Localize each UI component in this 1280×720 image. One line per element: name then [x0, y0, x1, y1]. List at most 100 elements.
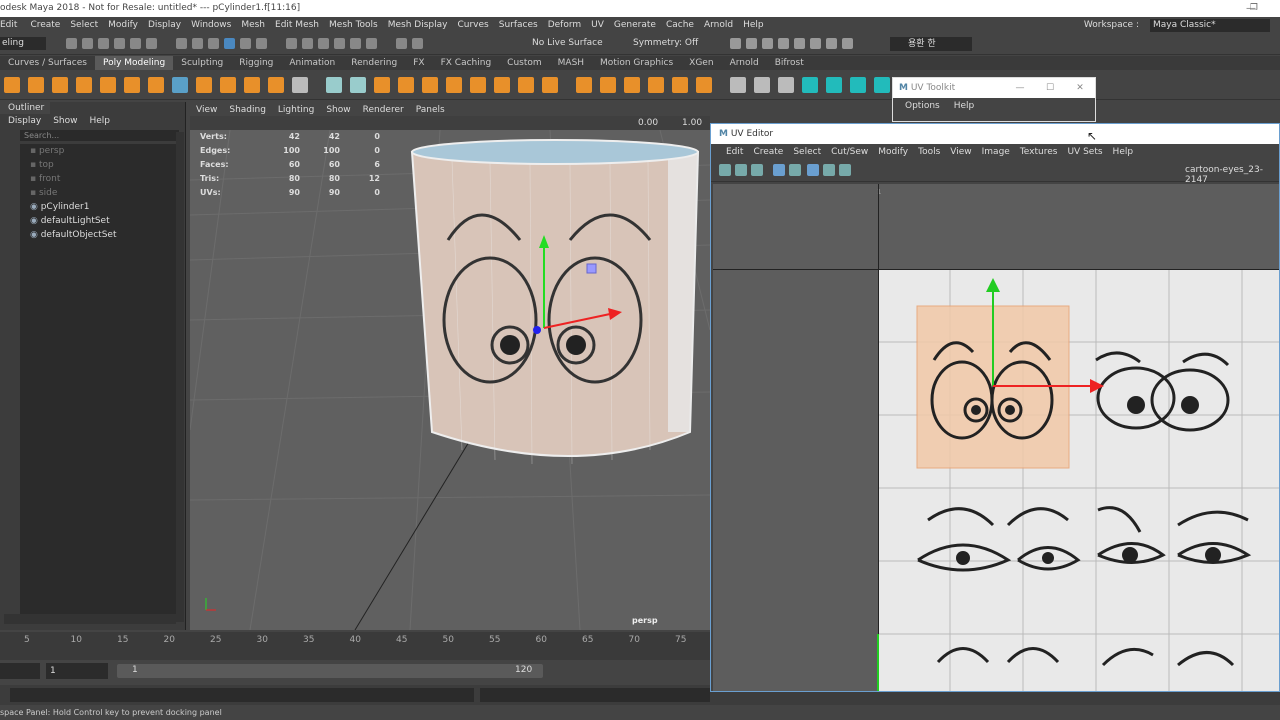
render-tool-icon[interactable]	[730, 38, 741, 49]
shelf-tool-icon[interactable]	[28, 77, 44, 93]
shelf-tab-rigging[interactable]: Rigging	[231, 56, 281, 70]
uv-tool-icon[interactable]	[789, 164, 801, 176]
menu-mesh-display[interactable]: Mesh Display	[383, 20, 453, 30]
shelf-tab-fx-caching[interactable]: FX Caching	[433, 56, 500, 70]
outliner-item-persp[interactable]: ▪ persp	[20, 144, 178, 158]
menu-modify[interactable]: Modify	[103, 20, 143, 30]
menu-curves[interactable]: Curves	[452, 20, 493, 30]
shelf-tab-arnold[interactable]: Arnold	[722, 56, 767, 70]
menu-mesh-tools[interactable]: Mesh Tools	[324, 20, 383, 30]
uv-tool-icon[interactable]	[751, 164, 763, 176]
shelf-tool-icon[interactable]	[4, 77, 20, 93]
uv-grid-area[interactable]: 1	[713, 184, 1279, 691]
menu-select[interactable]: Select	[65, 20, 103, 30]
shelf-tool-icon[interactable]	[398, 77, 414, 93]
minimize-icon[interactable]: —	[1009, 78, 1031, 98]
uv-editor-menu-tools[interactable]: Tools	[913, 147, 945, 157]
shelf-tool-icon[interactable]	[648, 77, 664, 93]
status-tool-icon[interactable]	[366, 38, 377, 49]
shelf-tool-icon[interactable]	[244, 77, 260, 93]
status-tool-icon[interactable]	[176, 38, 187, 49]
shelf-tool-icon[interactable]	[350, 77, 366, 93]
status-tool-icon[interactable]	[224, 38, 235, 49]
menu-generate[interactable]: Generate	[609, 20, 661, 30]
viewport-menu-lighting[interactable]: Lighting	[272, 104, 320, 116]
menu-cache[interactable]: Cache	[661, 20, 699, 30]
render-tool-icon[interactable]	[746, 38, 757, 49]
menu-uv[interactable]: UV	[586, 20, 609, 30]
shelf-tool-icon[interactable]	[292, 77, 308, 93]
uv-toolkit-menu-help[interactable]: Help	[954, 98, 975, 114]
shelf-tool-icon[interactable]	[374, 77, 390, 93]
status-tool-icon[interactable]	[286, 38, 297, 49]
status-tool-icon[interactable]	[396, 38, 407, 49]
status-tool-icon[interactable]	[240, 38, 251, 49]
shelf-tab-bifrost[interactable]: Bifrost	[767, 56, 812, 70]
viewport-menu-renderer[interactable]: Renderer	[357, 104, 410, 116]
exposure-field[interactable]: 0.00	[638, 118, 658, 128]
uv-editor-menu-modify[interactable]: Modify	[873, 147, 913, 157]
shelf-tool-icon[interactable]	[124, 77, 140, 93]
shelf-tool-icon[interactable]	[754, 77, 770, 93]
time-slider[interactable]: 5 10 15 20 25 30 35 40 45 50 55 60 65 70 75	[0, 632, 710, 660]
status-tool-icon[interactable]	[334, 38, 345, 49]
shelf-tool-icon[interactable]	[600, 77, 616, 93]
shelf-tool-icon[interactable]	[220, 77, 236, 93]
uv-editor-menu-view[interactable]: View	[945, 147, 976, 157]
status-tool-icon[interactable]	[114, 38, 125, 49]
menu-edit-mesh[interactable]: Edit Mesh	[270, 20, 324, 30]
uv-tool-icon[interactable]	[823, 164, 835, 176]
shelf-tool-icon[interactable]	[874, 77, 890, 93]
shelf-tool-icon[interactable]	[624, 77, 640, 93]
shelf-tool-icon[interactable]	[778, 77, 794, 93]
range-bar[interactable]: 1 120	[117, 664, 543, 678]
menu-display[interactable]: Display	[143, 20, 186, 30]
shelf-tool-icon[interactable]	[730, 77, 746, 93]
uv-editor-menu-image[interactable]: Image	[977, 147, 1015, 157]
menu-arnold[interactable]: Arnold	[699, 20, 738, 30]
outliner-item-front[interactable]: ▪ front	[20, 172, 178, 186]
viewport-menu-show[interactable]: Show	[320, 104, 356, 116]
uv-tool-icon[interactable]	[773, 164, 785, 176]
uv-editor-titlebar[interactable]: M UV Editor ↖	[711, 124, 1279, 144]
render-tool-icon[interactable]	[842, 38, 853, 49]
uv-editor-menu-select[interactable]: Select	[788, 147, 826, 157]
outliner-item-pcylinder1[interactable]: ◉ pCylinder1	[20, 200, 178, 214]
start-time-field[interactable]	[0, 663, 40, 679]
shelf-tool-icon[interactable]	[696, 77, 712, 93]
uv-toolkit-titlebar[interactable]: M UV Toolkit — ☐ ✕	[893, 78, 1095, 98]
maximize-icon[interactable]: ☐	[1039, 78, 1061, 98]
uv-toolkit-menu-options[interactable]: Options	[905, 98, 940, 114]
status-tool-icon[interactable]	[130, 38, 141, 49]
menu-help[interactable]: Help	[738, 20, 769, 30]
shelf-tab-rendering[interactable]: Rendering	[343, 56, 405, 70]
symmetry-dropdown[interactable]: Symmetry: Off	[633, 38, 698, 48]
shelf-tab-animation[interactable]: Animation	[281, 56, 343, 70]
outliner-search-input[interactable]: Search...	[20, 130, 179, 141]
range-start-field[interactable]: 1	[46, 663, 108, 679]
status-tool-icon[interactable]	[412, 38, 423, 49]
status-tool-icon[interactable]	[350, 38, 361, 49]
shelf-tool-icon[interactable]	[268, 77, 284, 93]
uv-editor-menu-cut-sew[interactable]: Cut/Sew	[826, 147, 873, 157]
user-login[interactable]: 용환 한	[890, 37, 972, 51]
status-tool-icon[interactable]	[192, 38, 203, 49]
render-tool-icon[interactable]	[826, 38, 837, 49]
outliner-hscrollbar[interactable]	[4, 614, 176, 624]
uv-tool-icon[interactable]	[839, 164, 851, 176]
viewport-panel[interactable]: View Shading Lighting Show Renderer Panels 0.…	[190, 104, 710, 630]
shelf-tab-motion-graphics[interactable]: Motion Graphics	[592, 56, 681, 70]
status-tool-icon[interactable]	[208, 38, 219, 49]
close-icon[interactable]: ✕	[1069, 78, 1091, 98]
menuset-dropdown[interactable]: eling	[0, 37, 46, 50]
outliner-menu-show[interactable]: Show	[53, 114, 77, 128]
shelf-tool-icon[interactable]	[850, 77, 866, 93]
shelf-tool-icon[interactable]	[52, 77, 68, 93]
uv-tool-icon[interactable]	[807, 164, 819, 176]
outliner-menu-display[interactable]: Display	[8, 114, 41, 128]
render-tool-icon[interactable]	[778, 38, 789, 49]
menu-create[interactable]: Create	[25, 20, 65, 30]
status-tool-icon[interactable]	[98, 38, 109, 49]
shelf-tab-custom[interactable]: Custom	[499, 56, 549, 70]
uv-tool-icon[interactable]	[735, 164, 747, 176]
